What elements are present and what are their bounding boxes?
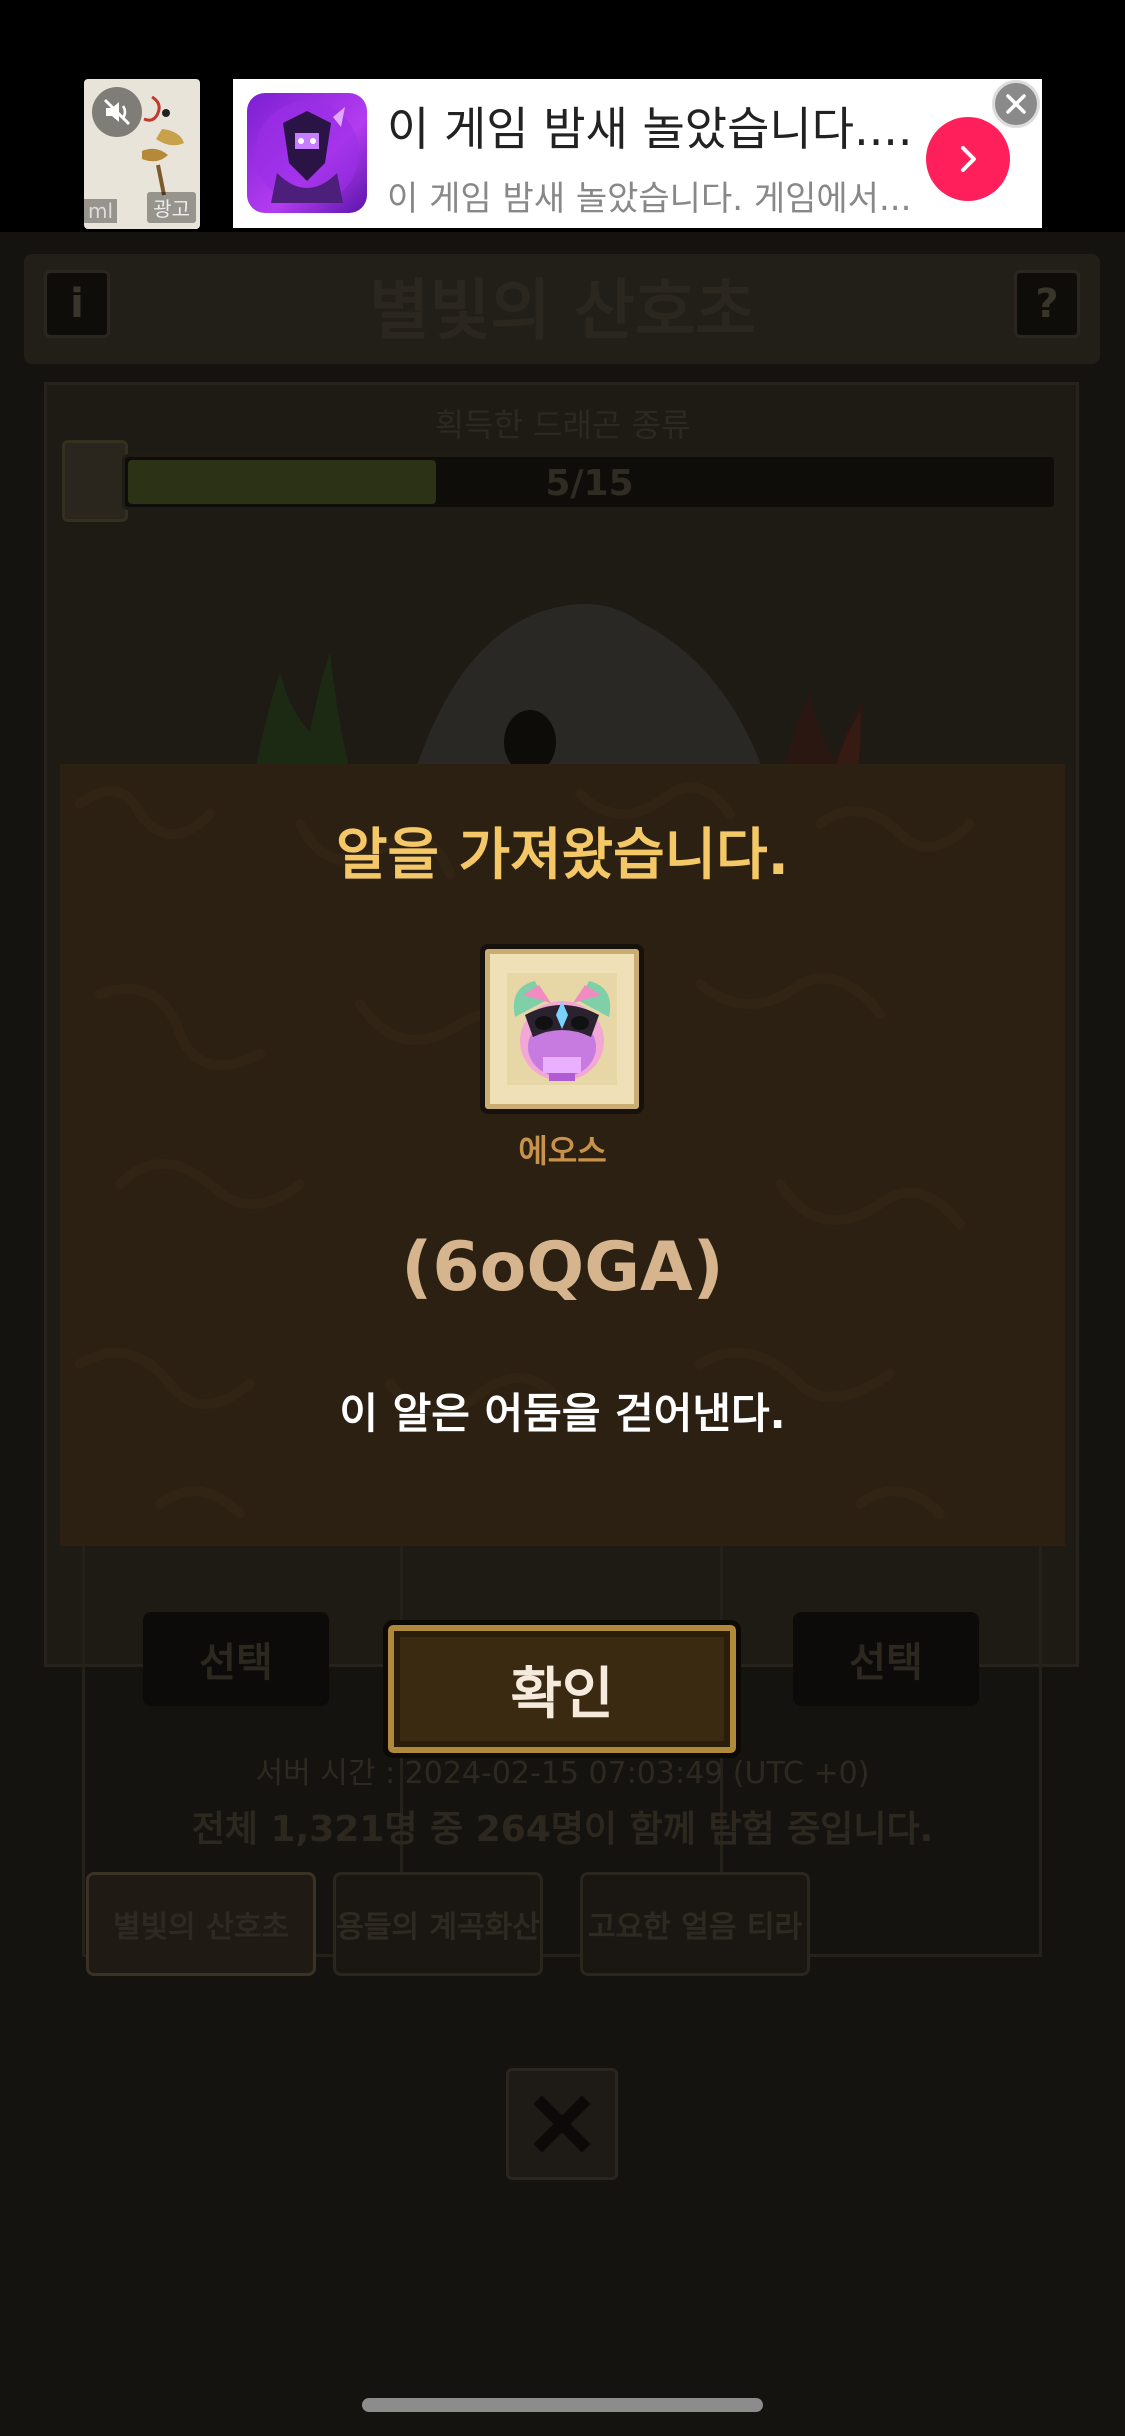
ad-subtitle: 이 게임 밤새 놀았습니다. 게임에서... bbox=[387, 179, 912, 219]
ad-video-thumbnail[interactable]: ml 광고 bbox=[84, 79, 200, 229]
ad-thumb-tag-left: ml bbox=[84, 199, 118, 223]
close-x-button[interactable] bbox=[506, 2068, 618, 2180]
ad-title: 이 게임 밤새 놀았습니다.... bbox=[387, 102, 913, 156]
ad-app-icon bbox=[247, 93, 367, 213]
egg-received-dialog: 알을 가져왔습니다. 에오스 (6oQGA) 이 알은 어둠을 걷어낸다. bbox=[60, 764, 1065, 1546]
dragon-book-icon bbox=[62, 440, 128, 522]
ad-close-button[interactable] bbox=[992, 80, 1040, 128]
egg-name: 에오스 bbox=[518, 1132, 607, 1170]
progress-label: 획득한 드래곤 종류 bbox=[434, 406, 691, 444]
select-button-left[interactable]: 선택 bbox=[143, 1612, 329, 1706]
zone-tab-dragon-volcano[interactable]: 용들의 계곡화산 bbox=[333, 1872, 543, 1976]
chevron-right-icon bbox=[961, 146, 976, 172]
progress-count: 5/15 bbox=[545, 463, 634, 504]
close-icon bbox=[1006, 94, 1026, 114]
mute-icon bbox=[103, 98, 131, 126]
player-count: 전체 1,321명 중 264명이 함께 탐험 중입니다. bbox=[191, 1809, 934, 1850]
zone-tab-ice[interactable]: 고요한 얼음 티라 bbox=[580, 1872, 810, 1976]
egg-code: (6oQGA) bbox=[401, 1228, 724, 1307]
home-indicator[interactable] bbox=[362, 2398, 763, 2412]
page-title: 별빛의 산호초 bbox=[368, 272, 757, 349]
ad-label-badge: 광고 bbox=[147, 192, 196, 223]
dialog-title: 알을 가져왔습니다. bbox=[336, 823, 789, 888]
zone-tab-starlight-reef[interactable]: 별빛의 산호초 bbox=[86, 1872, 316, 1976]
egg-eos-icon bbox=[507, 973, 617, 1085]
collection-progress-bar: 5/15 bbox=[122, 454, 1057, 510]
ad-open-button[interactable] bbox=[926, 117, 1010, 201]
egg-description: 이 알은 어둠을 걷어낸다. bbox=[339, 1389, 786, 1438]
confirm-button[interactable]: 확인 bbox=[383, 1620, 741, 1758]
mute-button[interactable] bbox=[92, 87, 142, 137]
ad-character-icon bbox=[255, 101, 359, 205]
ad-card[interactable]: 이 게임 밤새 놀았습니다.... 이 게임 밤새 놀았습니다. 게임에서... bbox=[233, 79, 1042, 228]
egg-card bbox=[480, 944, 644, 1114]
close-x-icon bbox=[533, 2095, 591, 2153]
ad-banner: ml 광고 이 게임 밤새 놀았습니다.... 이 게임 밤새 놀았습니다. 게… bbox=[0, 0, 1125, 232]
select-button-right[interactable]: 선택 bbox=[793, 1612, 979, 1706]
